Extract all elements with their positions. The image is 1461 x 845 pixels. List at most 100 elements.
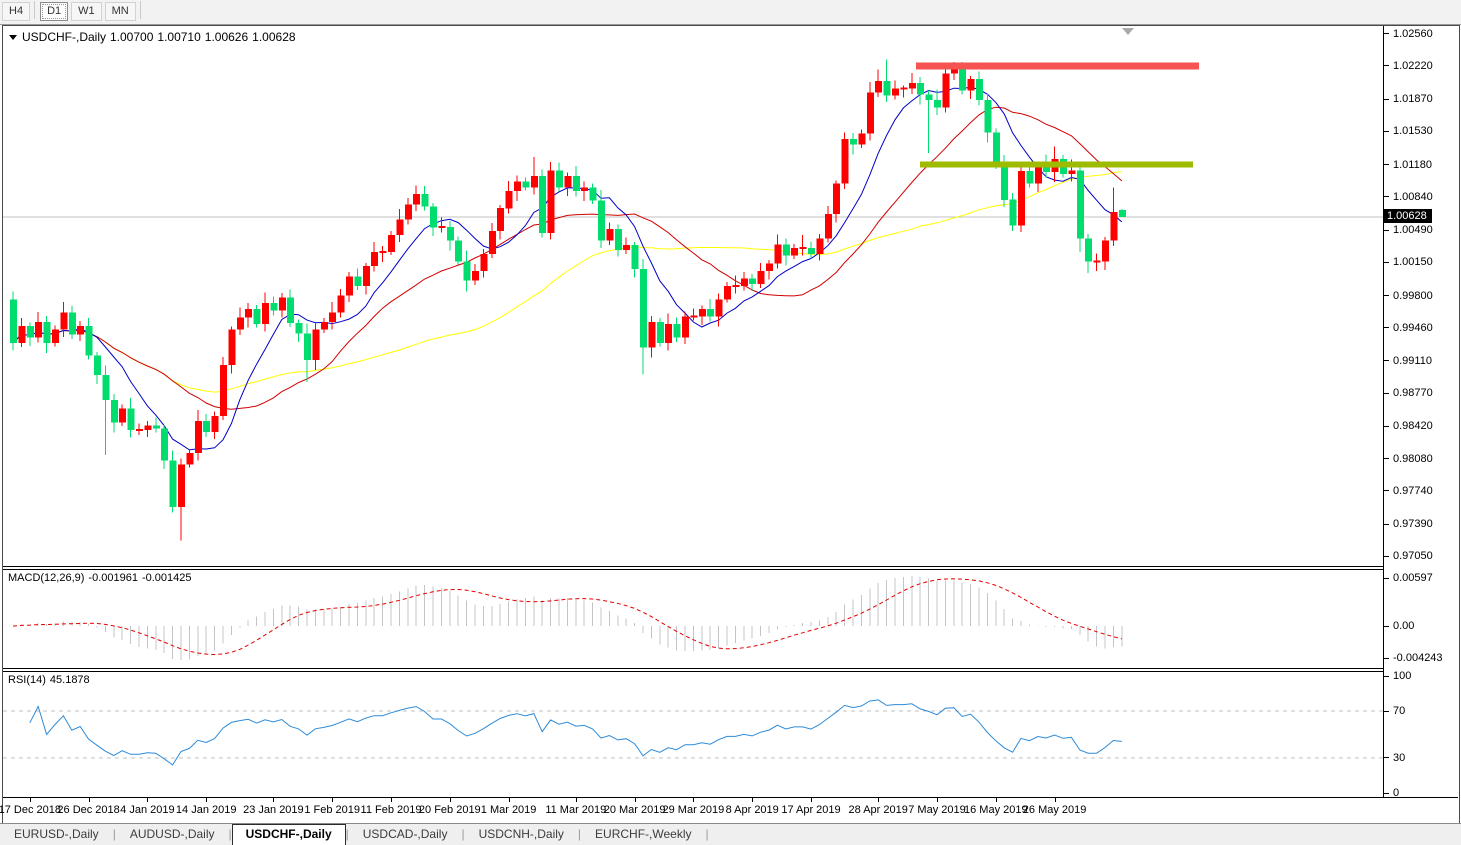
- price-tick-label: 1.00840: [1393, 190, 1433, 203]
- rsi-label: RSI(14) 45.1878: [8, 674, 90, 686]
- price-tick-label-tick: [1384, 392, 1389, 394]
- date-tick: [575, 798, 577, 802]
- price-tick-label: 1.01180: [1393, 158, 1432, 171]
- symbol-dropdown-icon[interactable]: [9, 35, 17, 41]
- tab-audusddaily[interactable]: AUDUSD-,Daily: [116, 825, 229, 845]
- price-tick-label-tick: [1384, 261, 1389, 263]
- tab-eurusddaily[interactable]: EURUSD-,Daily: [0, 825, 113, 845]
- date-label: 1 Feb 2019: [304, 804, 361, 816]
- rsi-axis-label: 70: [1393, 705, 1406, 718]
- date-axis[interactable]: 17 Dec 2018 26 Dec 2018 4 Jan 2019 14 Jan 2…: [0, 798, 1458, 822]
- date-tick: [147, 798, 149, 802]
- timeframe-button-h4[interactable]: H4: [2, 2, 31, 21]
- price-tick-label: 1.02560: [1393, 27, 1433, 40]
- price-tick-label: 1.00150: [1393, 256, 1433, 269]
- date-label: 29 Mar 2019: [662, 804, 725, 816]
- price-tick-label: 1.01530: [1393, 125, 1433, 138]
- date-label: 23 Jan 2019: [243, 804, 304, 816]
- date-label: 11 Mar 2019: [545, 804, 607, 816]
- date-tick: [752, 798, 754, 802]
- date-label: 7 May 2019: [908, 804, 966, 816]
- macd-signal-value: -0.001425: [141, 572, 192, 584]
- date-tick: [995, 798, 997, 802]
- price-tick-label: 1.00490: [1393, 224, 1433, 237]
- date-tick: [937, 798, 938, 802]
- tab-usdchfdaily[interactable]: USDCHF-,Daily: [231, 824, 346, 845]
- rsi-indicator-pane[interactable]: [3, 672, 1383, 797]
- rsi-axis-label-tick: [1384, 792, 1389, 794]
- timeframe-button-d1[interactable]: D1: [40, 2, 69, 21]
- macd-axis-max-tick: [1384, 577, 1389, 579]
- price-tick-label-tick: [1384, 65, 1389, 67]
- price-tick-label: 0.97390: [1393, 518, 1433, 531]
- price-tick-label: 1.02220: [1393, 59, 1433, 72]
- macd-axis-zero: 0.00: [1393, 620, 1415, 633]
- bar-close-value: 1.00628: [252, 30, 296, 44]
- chart-title: USDCHF-,Daily 1.00700 1.00710 1.00626 1.0062…: [9, 30, 296, 44]
- price-tick-label-tick: [1384, 98, 1389, 100]
- macd-axis-zero-tick: [1384, 625, 1389, 627]
- price-tick-label-tick: [1384, 295, 1389, 297]
- macd-axis-min-tick: [1384, 657, 1389, 659]
- bar-open-value: 1.00700: [110, 30, 154, 44]
- price-tick-label: 0.98770: [1393, 387, 1433, 400]
- chart-tab-bar: EURUSD-,Daily | AUDUSD-,Daily | USDCHF-,Dail…: [0, 823, 1461, 845]
- price-tick-label: 0.98420: [1393, 420, 1433, 433]
- macd-histogram: [20, 576, 1123, 660]
- date-tick: [811, 798, 812, 802]
- date-label: 1 Mar 2019: [480, 804, 537, 816]
- macd-label: MACD(12,26,9) -0.001961 -0.001425: [8, 572, 192, 584]
- timeframe-button-mn[interactable]: MN: [104, 2, 136, 21]
- toolbar-separator: [139, 0, 141, 19]
- bar-low-value: 1.00626: [204, 30, 249, 44]
- date-label: 17 Apr 2019: [781, 804, 841, 816]
- date-tick: [332, 798, 334, 802]
- rsi-axis-label: 100: [1393, 670, 1412, 682]
- timeframe-toolbar: H4 D1 W1 MN: [0, 0, 1461, 25]
- rsi-name: RSI(14): [8, 674, 46, 686]
- date-tick: [449, 798, 451, 802]
- price-tick-label: 0.99460: [1393, 321, 1433, 334]
- date-tick: [206, 798, 208, 802]
- price-tick-label-tick: [1384, 196, 1389, 198]
- tab-usdcaddaily[interactable]: USDCAD-,Daily: [349, 825, 462, 845]
- date-label: 26 Dec 2018: [57, 804, 120, 816]
- bar-high-value: 1.00710: [157, 30, 201, 44]
- price-tick-label: 0.97050: [1393, 550, 1433, 563]
- date-label: 11 Feb 2019: [360, 804, 422, 816]
- date-label: 28 Apr 2019: [848, 804, 908, 816]
- tab-separator: |: [705, 827, 709, 841]
- price-axis[interactable]: 1.02560 1.02220 1.01870 1.01530 1.01180 1.008…: [1383, 26, 1459, 799]
- mt4-window: H4 D1 W1 MN USDCHF-,Daily 1.00700 1.00710 1.00…: [0, 0, 1461, 845]
- price-tick-label-tick: [1384, 458, 1389, 460]
- date-label: 4 Jan 2019: [120, 804, 175, 816]
- macd-indicator-pane[interactable]: [3, 570, 1383, 668]
- tab-usdcnhdaily[interactable]: USDCNH-,Daily: [465, 825, 578, 845]
- macd-axis-min: -0.004243: [1393, 652, 1443, 664]
- date-label: 20 Mar 2019: [603, 804, 666, 816]
- date-label: 16 May 2019: [963, 804, 1028, 816]
- chart-symbol-label: USDCHF-,Daily: [22, 30, 106, 44]
- tab-eurchfweekly[interactable]: EURCHF-,Weekly: [581, 825, 705, 845]
- chart-shift-marker-icon: [1122, 28, 1134, 35]
- date-tick: [508, 798, 510, 802]
- price-tick-label: 0.99800: [1393, 289, 1433, 302]
- price-tick-label: 0.98080: [1393, 452, 1433, 465]
- resistance-line[interactable]: [916, 62, 1199, 70]
- date-label: 8 Apr 2019: [725, 804, 779, 816]
- support-line[interactable]: [920, 161, 1193, 168]
- rsi-axis-label: 30: [1393, 751, 1406, 764]
- timeframe-button-w1[interactable]: W1: [71, 2, 102, 21]
- price-tick-label-tick: [1384, 360, 1389, 362]
- price-tick-label-tick: [1384, 229, 1389, 231]
- macd-axis-max: 0.00597: [1393, 572, 1433, 584]
- date-tick: [88, 798, 90, 802]
- chart-frame: USDCHF-,Daily 1.00700 1.00710 1.00626 1.0062…: [0, 25, 1460, 824]
- rsi-axis-label-tick: [1384, 710, 1389, 712]
- macd-name: MACD(12,26,9): [8, 572, 85, 584]
- date-label: 17 Dec 2018: [0, 804, 61, 816]
- price-tick-label-tick: [1384, 130, 1389, 132]
- price-chart-pane[interactable]: [3, 26, 1383, 566]
- price-tick-label: 1.01870: [1393, 93, 1433, 106]
- date-tick: [878, 798, 880, 802]
